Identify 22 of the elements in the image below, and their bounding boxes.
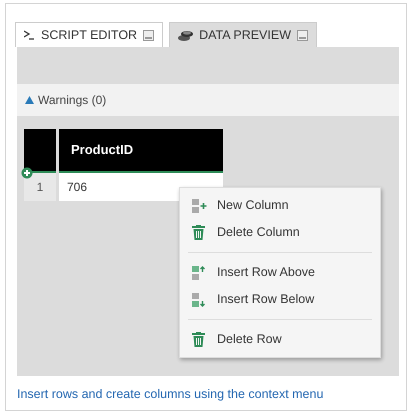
- prompt-icon: [24, 30, 35, 40]
- menu-item[interactable]: Delete Row: [180, 326, 380, 353]
- minimize-icon: [297, 30, 308, 40]
- warnings-label[interactable]: Warnings (0): [38, 91, 106, 109]
- caption: Insert rows and create columns using the context menu: [17, 386, 324, 403]
- database-icon: [178, 29, 194, 41]
- column-header[interactable]: ProductID: [59, 129, 223, 173]
- add-icon[interactable]: [21, 167, 33, 179]
- menu-item[interactable]: Insert Row Below: [180, 286, 380, 313]
- minimize-icon: [143, 30, 154, 40]
- trash-icon: [192, 224, 207, 240]
- row-number: 1: [24, 173, 56, 201]
- warning-icon: [25, 96, 34, 104]
- menu-item[interactable]: Insert Row Above: [180, 259, 380, 286]
- tab[interactable]: SCRIPT EDITOR: [15, 22, 164, 47]
- insert-row-below-icon: [192, 292, 207, 308]
- menu-item[interactable]: Delete Column: [180, 219, 380, 246]
- add-column-icon: [192, 198, 207, 214]
- insert-row-above-icon: [192, 264, 207, 280]
- tab[interactable]: DATA PREVIEW: [169, 22, 318, 47]
- trash-icon: [192, 332, 207, 348]
- row-header-corner: [24, 129, 56, 173]
